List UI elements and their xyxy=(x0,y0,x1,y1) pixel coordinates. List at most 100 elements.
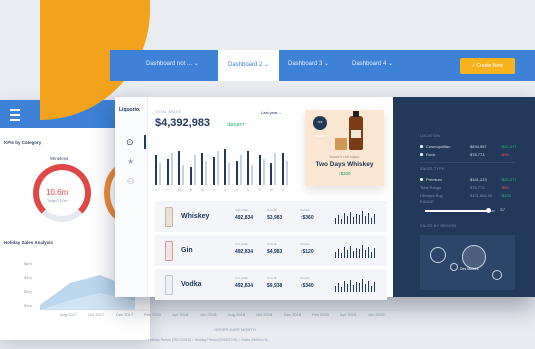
month-bar-secondary xyxy=(262,159,265,185)
top-seller-card[interactable]: TOP SELLER TODAY'S TOP SHELF Two Days Wh… xyxy=(305,110,384,186)
chevron-down-icon: ⌄ xyxy=(324,61,330,67)
x-tick: Jun 2018 xyxy=(200,312,217,317)
month-bar-secondary xyxy=(193,155,196,185)
x-tick: Dec 2018 xyxy=(284,312,302,317)
total-sales-label: TOTAL SALES xyxy=(155,110,182,114)
total-sales-value: $4,392,983 xyxy=(155,117,211,129)
range-slider-handle[interactable] xyxy=(486,208,491,213)
month-bar xyxy=(189,167,192,185)
x-tick: Apr 2018 xyxy=(172,312,189,317)
product-row-gin[interactable]: Gin VOLUME 492,834 VALUE $4,983 SALES ↑$… xyxy=(155,235,387,266)
product-row-whiskey[interactable]: Whiskey VOLUME 492,834 VALUE $3,983 SALE… xyxy=(155,201,387,232)
brand-logo: Liquorio. xyxy=(119,107,141,113)
chevron-down-icon: ⌄ xyxy=(193,61,199,67)
month-bar-secondary xyxy=(205,161,207,185)
x-tick: Oct 2017 xyxy=(88,312,105,317)
sparkline-bar xyxy=(350,212,351,224)
product-row-vodka[interactable]: Vodka VOLUME 492,834 VALUE $9,938 SALES … xyxy=(155,269,387,300)
month-label: F xyxy=(166,188,169,192)
create-new-button[interactable]: + Create New xyxy=(460,58,515,74)
x-tick: Dec 2017 xyxy=(116,312,134,317)
whiskey-bottle-image xyxy=(349,111,363,150)
volume-label: VOLUME xyxy=(235,208,248,212)
sales-type-row[interactable]: Lifestyle Buy $101,884.55 ↑$100 xyxy=(420,193,515,198)
location-row[interactable]: Cosmopolitan $634,987 ↑$20,477 xyxy=(420,144,516,149)
value-amount: $9,938 xyxy=(267,283,283,289)
sales-label: SALES xyxy=(300,276,310,280)
sparkline-bar xyxy=(335,286,336,292)
sparkline-bar xyxy=(347,250,348,258)
monthly-sales-bars xyxy=(155,149,295,185)
month-label: D xyxy=(281,188,285,192)
star-icon[interactable]: ★ xyxy=(127,157,134,166)
sparkline-bar xyxy=(338,283,339,292)
y-tick: $4m xyxy=(24,275,32,280)
sales-type-row[interactable]: Premium $161,223 ↑$20,477 xyxy=(420,177,516,182)
total-sales-delta: ↑$23,877 xyxy=(226,122,245,127)
y-tick: $2m xyxy=(24,289,32,294)
people-icon[interactable]: ⚇ xyxy=(127,177,134,186)
sparkline-bar xyxy=(353,251,354,258)
month-bar-secondary xyxy=(216,151,219,185)
value-amount: $4,983 xyxy=(267,249,283,255)
month-bar xyxy=(201,153,203,185)
sparkline-bar xyxy=(356,214,357,224)
month-label: S xyxy=(247,188,250,192)
location-row[interactable]: Rock $78,773 ↓$90 xyxy=(420,152,515,157)
holiday-sales-title: Holiday Sales Analysis xyxy=(4,240,53,245)
sales-label: SALES xyxy=(300,208,310,212)
dashboard-tab-bar: Dashboard not ... ⌄ Dashboard 2 ⌄ Dashbo… xyxy=(110,50,535,81)
map-bubble[interactable] xyxy=(462,245,486,269)
month-bar xyxy=(224,149,226,185)
sparkline-bar xyxy=(368,281,369,292)
active-indicator xyxy=(144,135,146,149)
month-label: M xyxy=(201,188,204,192)
sparkline-bars xyxy=(335,211,377,224)
region-map[interactable]: Des Moines xyxy=(420,235,515,290)
month-label: M xyxy=(178,188,181,192)
sparkline-bar xyxy=(359,283,360,292)
period-select[interactable]: Last year ⌄ xyxy=(261,110,282,115)
month-bar xyxy=(281,153,284,185)
sparkline-bar xyxy=(365,284,366,292)
tab-dashboard-1[interactable]: Dashboard not ... ⌄ xyxy=(146,60,199,67)
sparkline-bar xyxy=(341,287,342,292)
map-bubble[interactable] xyxy=(450,263,458,271)
month-bar xyxy=(166,159,169,185)
sparkline-bar xyxy=(338,215,339,224)
sparkline-bars xyxy=(335,245,377,258)
sparkline-bar xyxy=(353,217,354,224)
tab-dashboard-4[interactable]: Dashboard 4 ⌄ xyxy=(352,60,393,67)
sparkline-bar xyxy=(353,285,354,292)
sparkline-bar xyxy=(350,246,351,258)
sparkline-bar xyxy=(359,215,360,224)
map-bubble[interactable] xyxy=(492,270,502,280)
promo-eyebrow: TODAY'S TOP SHELF xyxy=(329,155,360,159)
dashboard-icon[interactable]: ⊙ xyxy=(126,137,134,148)
sparkline-bar xyxy=(344,281,345,292)
sparkline-bar xyxy=(356,248,357,258)
map-bubble[interactable] xyxy=(430,247,446,263)
month-label: J xyxy=(224,188,226,192)
tab-dashboard-3[interactable]: Dashboard 3 ⌄ xyxy=(288,60,329,67)
sparkline-bar xyxy=(356,282,357,292)
tab-dashboard-2[interactable]: Dashboard 2 ⌄ xyxy=(218,50,280,81)
x-tick: Apr 2019 xyxy=(340,312,357,317)
chevron-down-icon: ⌄ xyxy=(264,62,270,68)
volume-value: 492,834 xyxy=(235,215,254,221)
month-label: N xyxy=(270,188,273,192)
month-labels: JFMAMJJASOND xyxy=(155,188,295,194)
month-label: J xyxy=(212,188,215,192)
month-bar-secondary xyxy=(159,163,161,185)
month-bar-secondary xyxy=(274,153,276,185)
bullet-icon xyxy=(420,178,423,182)
sparkline-bar xyxy=(359,249,360,258)
x-tick: Aug 2018 xyxy=(228,312,246,317)
menu-icon[interactable] xyxy=(10,109,20,121)
bottle-icon xyxy=(165,275,173,295)
sparkline-bar xyxy=(371,252,372,258)
location-label: LOCATION xyxy=(420,134,441,138)
range-slider-track[interactable] xyxy=(425,208,495,213)
value-label: VALUE xyxy=(267,242,277,246)
sales-type-row[interactable]: Total Range $78,773 ↓$60 xyxy=(420,185,515,190)
